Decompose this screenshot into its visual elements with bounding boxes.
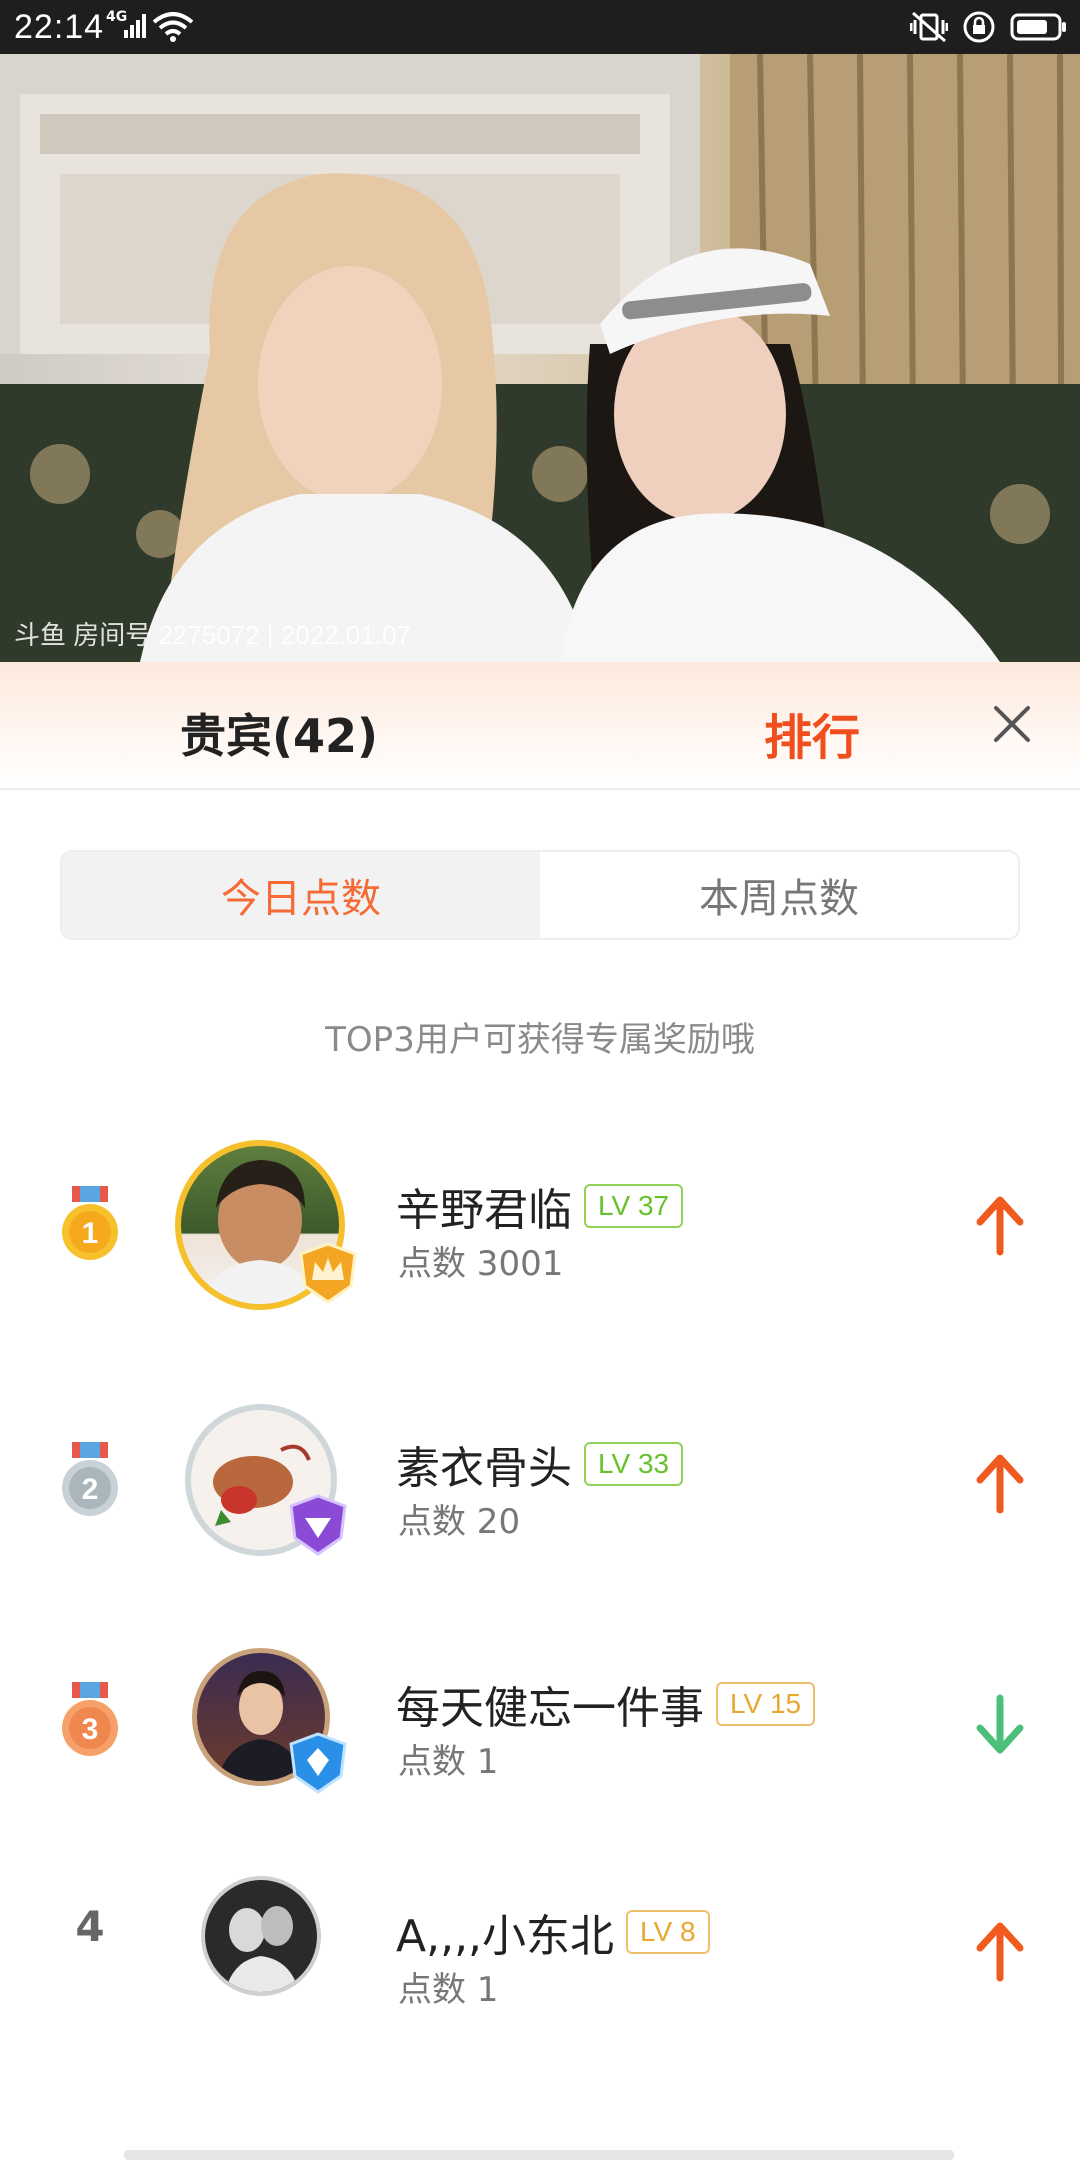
diamond-badge-icon	[289, 1494, 347, 1556]
panel-header: 贵宾(42) 排行	[0, 662, 1080, 790]
rank-number: 4	[75, 1902, 105, 1951]
signal-icon	[124, 14, 146, 38]
avatar[interactable]	[175, 1876, 345, 2046]
trend-up-icon	[976, 1922, 1024, 1982]
close-icon[interactable]	[990, 702, 1034, 746]
level-badge: LV 8	[626, 1910, 710, 1954]
trend-up-icon	[976, 1196, 1024, 1256]
user-points: 点数 1	[398, 1742, 499, 1782]
tab-today-points[interactable]: 今日点数	[62, 852, 540, 938]
level-badge: LV 33	[584, 1442, 684, 1486]
silver-medal-icon: 2	[62, 1442, 118, 1516]
status-time: 22:14	[14, 8, 105, 46]
avatar[interactable]	[175, 1140, 357, 1310]
ranking-row[interactable]: 2 素衣骨头 LV 33 点数 20	[0, 1388, 1080, 1578]
bronze-medal-icon: 3	[62, 1682, 118, 1756]
avatar[interactable]	[175, 1648, 347, 1818]
points-period-tabs: 今日点数 本周点数	[60, 850, 1020, 940]
user-points: 点数 1	[398, 1970, 499, 2010]
user-points: 点数 20	[398, 1502, 521, 1542]
user-name: 素衣骨头	[396, 1443, 572, 1494]
crown-badge-icon	[299, 1242, 357, 1304]
ranking-row[interactable]: 3 每天健忘一件事 LV 15 点数 1	[0, 1628, 1080, 1818]
avatar[interactable]	[175, 1404, 347, 1574]
vibrate-icon	[910, 11, 948, 43]
rank-number: 1	[82, 1217, 99, 1250]
bottom-scroll-indicator	[124, 2150, 954, 2160]
ranking-row[interactable]: 1 辛野君临 LV 37 点数 3001	[0, 1130, 1080, 1320]
avatar-image	[225, 1906, 299, 1992]
room-watermark: 斗鱼 房间号 2275072 | 2022.01.07	[14, 620, 411, 650]
user-name: A,,,,小东北	[396, 1911, 615, 1962]
trend-up-icon	[976, 1454, 1024, 1514]
gold-medal-icon: 1	[62, 1186, 118, 1260]
battery-icon	[1010, 13, 1066, 41]
tab-week-points[interactable]: 本周点数	[540, 852, 1018, 938]
level-badge: LV 37	[584, 1184, 684, 1228]
rank-number: 3	[82, 1713, 99, 1746]
user-points: 点数 3001	[398, 1244, 564, 1284]
video-frame-illustration	[0, 54, 1080, 662]
live-video[interactable]: 斗鱼 房间号 2275072 | 2022.01.07	[0, 54, 1080, 662]
guest-tab[interactable]: 贵宾(42)	[180, 700, 378, 766]
wifi-icon	[152, 12, 194, 42]
user-name: 每天健忘一件事	[396, 1683, 704, 1734]
level-badge: LV 15	[716, 1682, 816, 1726]
ranking-tab[interactable]: 排行	[764, 698, 860, 768]
reward-hint: TOP3用户可获得专属奖励哦	[325, 1020, 755, 1060]
rotation-lock-icon	[963, 11, 995, 43]
rank-number: 2	[82, 1473, 99, 1506]
ranking-row[interactable]: 4 A,,,,小东北 LV 8 点数 1	[0, 1856, 1080, 2046]
user-name: 辛野君临	[396, 1185, 572, 1236]
shield-badge-icon	[289, 1732, 347, 1794]
status-bar: 22:14 4G	[0, 0, 1080, 54]
trend-down-icon	[976, 1694, 1024, 1754]
